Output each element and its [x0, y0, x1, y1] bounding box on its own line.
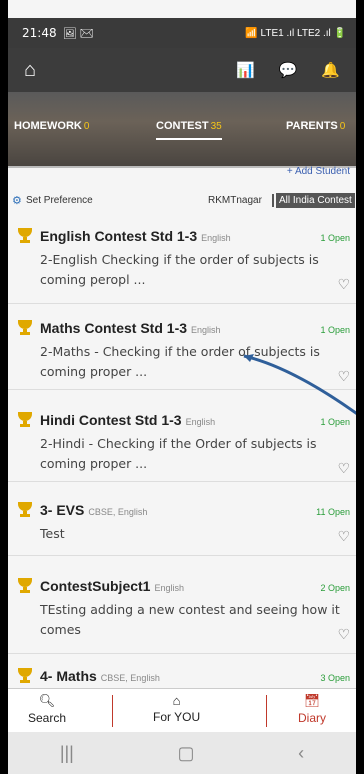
bottom-navigation: 🔍︎ Search ⌂ For YOU 📅︎ Diary	[8, 688, 356, 733]
bell-icon[interactable]: 🔔	[321, 61, 340, 79]
tab-label: PARENTS	[286, 120, 338, 132]
recent-apps-button[interactable]: |||	[60, 743, 74, 764]
contest-description: 2-Maths - Checking if the order of subje…	[40, 344, 320, 379]
back-button[interactable]: ‹	[298, 743, 304, 764]
trophy-icon	[18, 668, 32, 683]
home-button[interactable]: ▢	[177, 743, 194, 764]
contest-card[interactable]: Hindi Contest Std 1-3 English 1 Open 2-Hi…	[8, 390, 356, 482]
status-signal-icons: 📶 LTE1 .ıl LTE2 .ıl 🔋	[245, 27, 346, 39]
tab-count: 35	[210, 121, 222, 132]
nav-label: Diary	[298, 711, 327, 725]
all-india-contest-filter[interactable]: All India Contest	[276, 193, 355, 208]
status-time: 21:48	[22, 26, 57, 40]
trophy-icon	[18, 578, 32, 593]
contest-card[interactable]: Maths Contest Std 1-3 English 1 Open 2-Ma…	[8, 304, 356, 390]
contest-tag: English	[201, 233, 231, 243]
status-notification-icons: 🖼 ✉	[62, 27, 94, 40]
tab-count: 0	[83, 121, 90, 132]
search-icon: 🔍︎	[38, 693, 56, 708]
set-preference-link[interactable]: Set Preference	[26, 195, 93, 206]
heart-icon[interactable]: ♡	[337, 528, 350, 545]
gear-icon[interactable]: ⚙	[12, 194, 22, 207]
contest-description: Test	[40, 526, 65, 541]
nav-for-you[interactable]: ⌂ For YOU	[153, 693, 200, 724]
contest-tag: English	[185, 417, 216, 427]
calendar-icon: 📅︎	[303, 693, 321, 708]
contest-description: TEsting adding a new contest and seeing …	[40, 602, 340, 637]
nav-diary[interactable]: 📅︎ Diary	[298, 693, 326, 725]
contest-open-count: 1 Open	[320, 325, 350, 335]
contest-tag: English	[191, 325, 221, 335]
chat-icon[interactable]: 💬	[279, 61, 298, 79]
home-icon[interactable]: ⌂	[24, 59, 36, 82]
filter-divider	[272, 194, 274, 207]
tab-bar: HOMEWORK 0 CONTEST 35 PARENTS 0	[8, 92, 356, 166]
tab-contest[interactable]: CONTEST 35	[156, 120, 222, 140]
contest-description: 2-Hindi - Checking if the Order of subje…	[40, 436, 317, 471]
heart-icon[interactable]: ♡	[337, 460, 350, 477]
contest-tag: English	[154, 583, 184, 593]
trophy-icon	[18, 320, 32, 335]
contest-title: 3- EVS CBSE, English	[40, 502, 148, 518]
contest-title: ContestSubject1 English	[40, 578, 184, 594]
tab-homework[interactable]: HOMEWORK 0	[14, 120, 89, 132]
location-filter[interactable]: RKMTnagar	[208, 195, 262, 206]
heart-icon[interactable]: ♡	[337, 368, 350, 385]
contest-card[interactable]: 3- EVS CBSE, English 11 Open Test ♡	[8, 482, 356, 556]
app-frame: 21:48 🖼 ✉ 📶 LTE1 .ıl LTE2 .ıl 🔋 ⌂ 📊 💬 🔔 …	[8, 0, 356, 774]
contest-title: 4- Maths CBSE, English	[40, 668, 160, 684]
contest-open-count: 2 Open	[320, 583, 350, 593]
contest-description: 2-English Checking if the order of subje…	[40, 252, 319, 287]
contest-title: English Contest Std 1-3 English	[40, 228, 231, 244]
preference-row: ⚙ Set Preference RKMTnagar All India Con…	[8, 193, 356, 210]
contest-open-count: 1 Open	[320, 417, 350, 427]
contest-title: Hindi Contest Std 1-3 English	[40, 412, 216, 428]
home-icon: ⌂	[172, 693, 181, 708]
trophy-icon	[18, 412, 32, 427]
contest-card[interactable]: ContestSubject1 English 2 Open TEsting ad…	[8, 556, 356, 654]
system-navigation-bar: ||| ▢ ‹	[8, 732, 356, 774]
tab-label: CONTEST	[156, 120, 209, 132]
contest-open-count: 3 Open	[320, 673, 350, 683]
heart-icon[interactable]: ♡	[337, 276, 350, 293]
contest-title: Maths Contest Std 1-3 English	[40, 320, 221, 336]
contest-tag: CBSE, English	[100, 673, 160, 683]
contest-tag: CBSE, English	[88, 507, 148, 517]
contest-card[interactable]: 4- Maths CBSE, English 3 Open	[8, 654, 356, 688]
contest-open-count: 11 Open	[316, 507, 350, 517]
nav-label: For YOU	[153, 710, 201, 724]
tab-label: HOMEWORK	[14, 120, 82, 132]
add-student-link[interactable]: + Add Student	[287, 166, 350, 177]
chart-icon[interactable]: 📊	[236, 61, 255, 79]
app-toolbar: ⌂ 📊 💬 🔔	[8, 48, 356, 92]
trophy-icon	[18, 228, 32, 243]
contest-card[interactable]: English Contest Std 1-3 English 1 Open 2-…	[8, 218, 356, 304]
contest-open-count: 1 Open	[320, 233, 350, 243]
nav-label: Search	[28, 711, 67, 725]
tab-parents[interactable]: PARENTS 0	[286, 120, 345, 132]
status-bar: 21:48 🖼 ✉ 📶 LTE1 .ıl LTE2 .ıl 🔋	[8, 18, 356, 48]
tab-count: 0	[339, 121, 346, 132]
heart-icon[interactable]: ♡	[337, 626, 350, 643]
trophy-icon	[18, 502, 32, 517]
nav-search[interactable]: 🔍︎ Search	[28, 693, 66, 725]
